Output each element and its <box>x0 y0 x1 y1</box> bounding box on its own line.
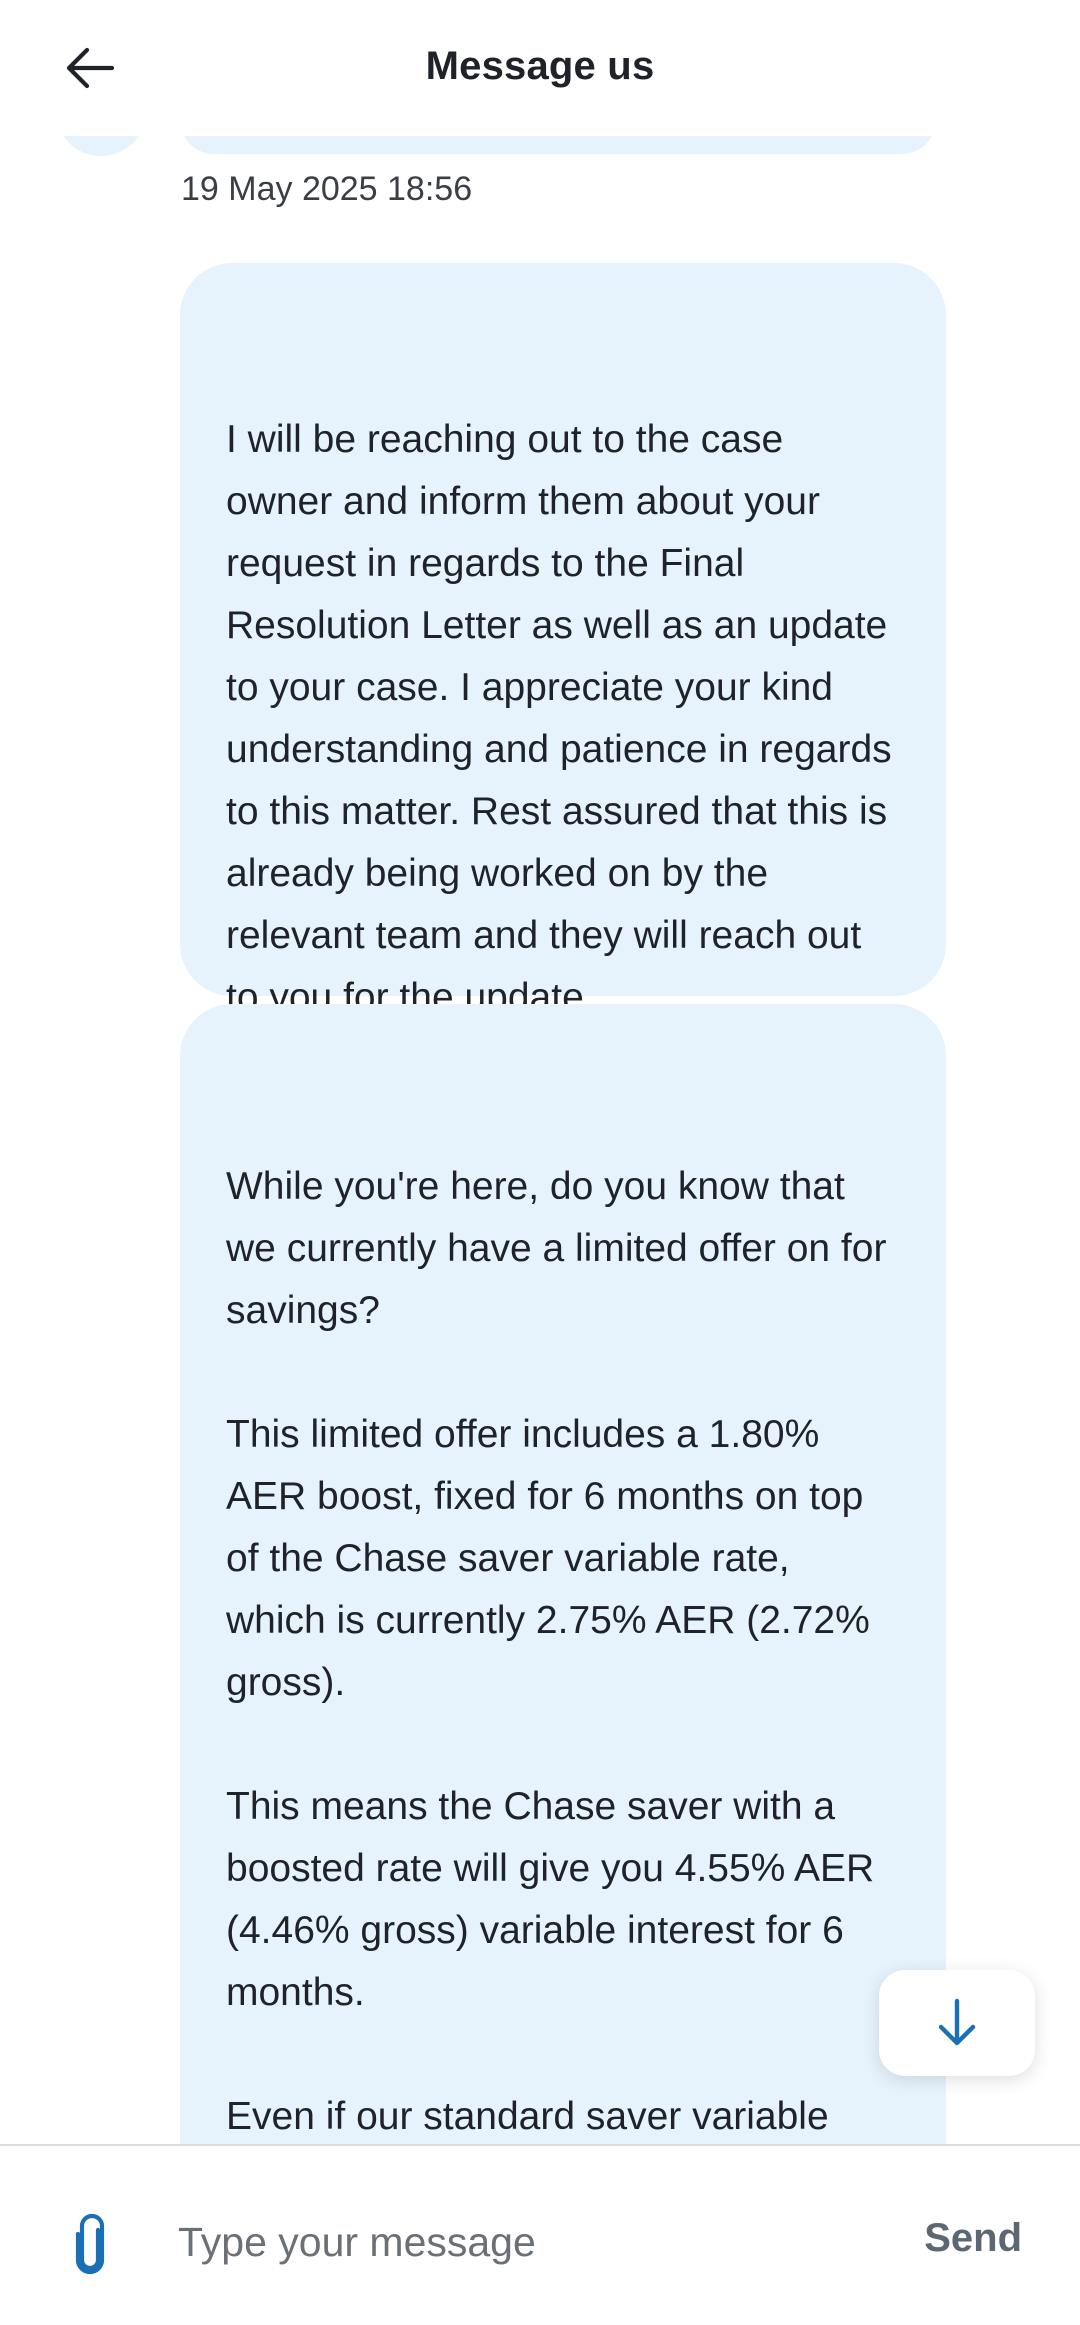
paperclip-icon <box>75 2214 105 2275</box>
agent-message-bubble: While you're here, do you know that we c… <box>180 1004 946 2145</box>
message-us-screen: 19 May 2025 18:56 I will be reaching out… <box>0 0 1080 2325</box>
message-text: While you're here, do you know that we c… <box>226 1165 887 2138</box>
top-app-bar: Message us <box>0 0 1080 136</box>
conversation-thread[interactable]: 19 May 2025 18:56 I will be reaching out… <box>0 0 1080 2145</box>
agent-message-bubble: I will be reaching out to the case owner… <box>180 263 946 1019</box>
message-composer: Send <box>0 2144 1080 2325</box>
message-timestamp: 19 May 2025 18:56 <box>181 170 473 208</box>
send-button[interactable]: Send <box>924 2216 1022 2261</box>
arrow-down-icon <box>938 1998 976 2046</box>
page-title: Message us <box>425 44 655 88</box>
message-text: I will be reaching out to the case owner… <box>226 418 903 1019</box>
attach-button[interactable] <box>60 2208 120 2284</box>
message-input[interactable] <box>178 2202 878 2282</box>
scroll-to-bottom-button[interactable] <box>879 1970 1035 2076</box>
